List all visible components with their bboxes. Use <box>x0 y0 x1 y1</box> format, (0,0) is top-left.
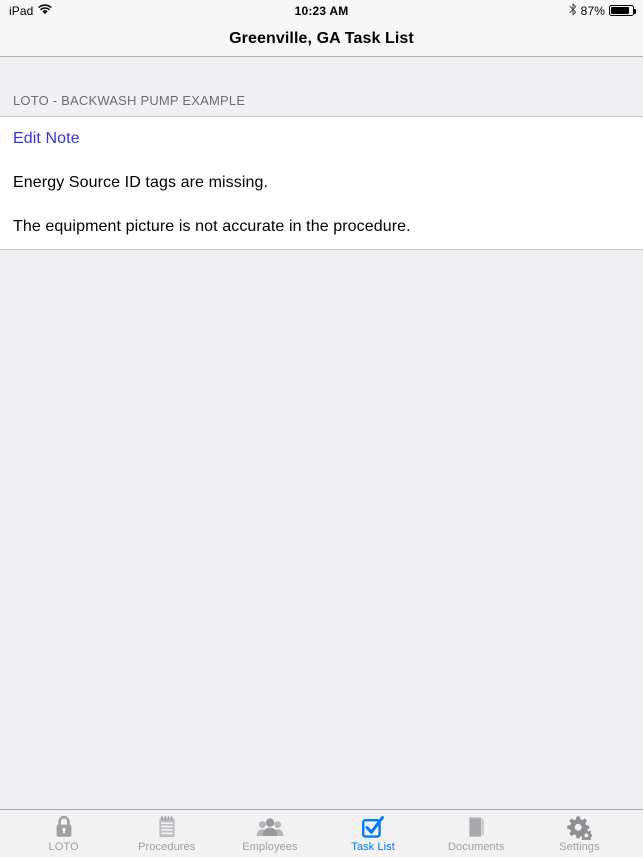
carrier-label: iPad <box>9 3 34 18</box>
status-bar-right: 87% <box>569 2 636 19</box>
edit-note-row[interactable]: Edit Note <box>0 117 643 161</box>
tab-label: Employees <box>242 840 298 853</box>
table-row[interactable]: Energy Source ID tags are missing. <box>0 161 643 205</box>
note-text: Energy Source ID tags are missing. <box>13 174 269 191</box>
status-bar-left: iPad <box>9 3 53 18</box>
task-note-list: Edit Note Energy Source ID tags are miss… <box>0 116 643 250</box>
tab-label: LOTO <box>48 840 79 853</box>
gears-icon <box>566 814 593 840</box>
status-bar: iPad 10:23 AM 87% <box>0 0 643 21</box>
tab-label: Documents <box>448 840 505 853</box>
section-header: LOTO - BACKWASH PUMP EXAMPLE <box>0 57 643 116</box>
tab-label: Task List <box>351 840 395 853</box>
battery-percent-label: 87% <box>580 3 605 18</box>
people-icon <box>256 814 284 840</box>
battery-icon <box>609 5 636 16</box>
navigation-bar: Greenville, GA Task List <box>0 21 643 57</box>
tab-label: Procedures <box>138 840 196 853</box>
status-bar-clock: 10:23 AM <box>294 3 349 18</box>
main-content: LOTO - BACKWASH PUMP EXAMPLE Edit Note E… <box>0 57 643 809</box>
edit-note-label: Edit Note <box>13 130 80 147</box>
notepad-icon <box>155 814 179 840</box>
tab-procedures[interactable]: Procedures <box>115 810 218 857</box>
note-text: The equipment picture is not accurate in… <box>13 218 411 235</box>
page-title: Greenville, GA Task List <box>229 29 414 47</box>
tab-employees[interactable]: Employees <box>218 810 321 857</box>
tab-settings[interactable]: Settings <box>528 810 631 857</box>
tab-bar: LOTO Procedures Employees Task List Docu… <box>0 809 643 857</box>
tab-loto[interactable]: LOTO <box>12 810 115 857</box>
table-row[interactable]: The equipment picture is not accurate in… <box>0 205 643 249</box>
ipad-screen: iPad 10:23 AM 87% Greenville, GA Task Li… <box>0 0 643 857</box>
tab-documents[interactable]: Documents <box>425 810 528 857</box>
padlock-icon <box>52 814 76 840</box>
bluetooth-icon <box>569 2 577 19</box>
tab-task-list[interactable]: Task List <box>322 810 425 857</box>
tab-label: Settings <box>559 840 600 853</box>
book-icon <box>464 814 488 840</box>
checkbox-checked-icon <box>360 814 386 840</box>
wifi-icon <box>38 3 53 18</box>
